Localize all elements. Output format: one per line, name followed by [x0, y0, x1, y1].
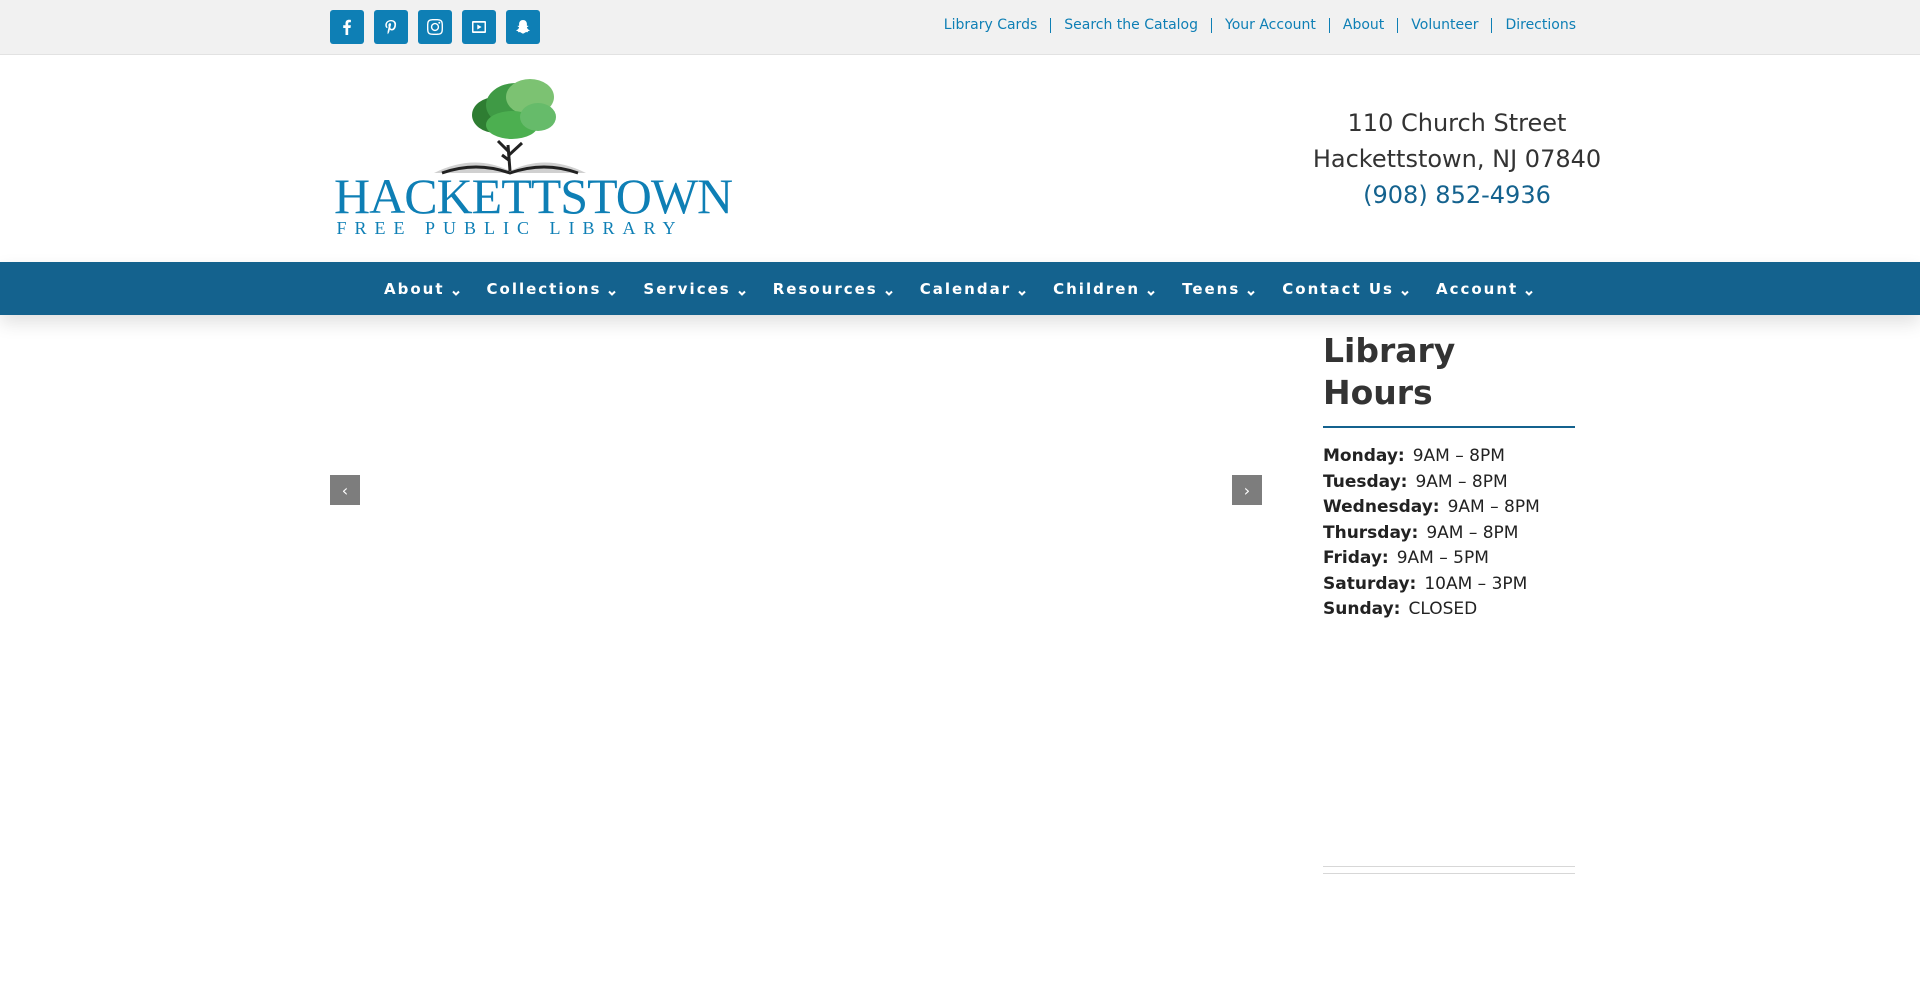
day-label: Sunday: [1323, 599, 1401, 619]
library-cards-link[interactable]: Library Cards [931, 18, 1050, 33]
search-catalog-link[interactable]: Search the Catalog [1050, 18, 1211, 33]
nav-label: Calendar [919, 279, 1012, 298]
social-links [330, 10, 540, 44]
slider-prev-button[interactable]: ‹ [330, 475, 360, 505]
top-bar: Library Cards Search the Catalog Your Ac… [0, 0, 1920, 55]
nav-label: About [384, 279, 445, 298]
chevron-down-icon [1524, 284, 1534, 296]
city-address: Hackettstown, NJ 07840 [1312, 145, 1602, 173]
nav-label: Resources [772, 279, 878, 298]
chevron-down-icon [1146, 284, 1156, 296]
facebook-icon[interactable] [330, 10, 364, 44]
time-value: 9AM – 8PM [1412, 446, 1505, 466]
nav-account[interactable]: Account [1436, 280, 1534, 298]
time-value: 10AM – 3PM [1424, 573, 1528, 594]
utility-links: Library Cards Search the Catalog Your Ac… [931, 18, 1576, 33]
hours-row-wednesday: Wednesday: 9AM – 8PM [1323, 495, 1575, 521]
day-label: Tuesday: [1323, 471, 1408, 492]
divider-line [1323, 873, 1575, 874]
day-label: Monday: [1323, 446, 1405, 466]
chevron-down-icon [737, 284, 747, 296]
hours-divider [1323, 426, 1575, 428]
main-navigation: About Collections Services Resources Cal… [0, 262, 1920, 315]
divider-line [1323, 866, 1575, 867]
nav-label: Teens [1182, 279, 1241, 298]
nav-resources[interactable]: Resources [773, 280, 894, 298]
nav-label: Collections [486, 279, 602, 298]
street-address: 110 Church Street [1347, 109, 1567, 137]
image-slider: ‹ › [330, 315, 1262, 665]
library-logo[interactable]: HACKETTSTOWN FREE PUBLIC LIBRARY [334, 75, 733, 238]
your-account-link[interactable]: Your Account [1211, 18, 1329, 33]
pinterest-icon[interactable] [374, 10, 408, 44]
phone-number[interactable]: (908) 852-4936 [1300, 177, 1614, 213]
time-value: CLOSED [1408, 599, 1478, 619]
hours-row-thursday: Thursday: 9AM – 8PM [1323, 521, 1575, 547]
nav-label: Account [1435, 279, 1519, 298]
nav-children[interactable]: Children [1053, 280, 1156, 298]
nav-collections[interactable]: Collections [487, 280, 618, 298]
hours-row-tuesday: Tuesday: 9AM – 8PM [1323, 470, 1575, 496]
nav-about[interactable]: About [384, 280, 461, 298]
hours-row-monday: Monday: 9AM – 8PM [1323, 444, 1575, 470]
logo-subtitle: FREE PUBLIC LIBRARY [336, 218, 684, 238]
time-value: 9AM – 8PM [1415, 471, 1508, 492]
directions-link[interactable]: Directions [1491, 18, 1576, 33]
chevron-down-icon [1400, 284, 1410, 296]
hours-row-sunday: Sunday: CLOSED [1323, 597, 1575, 623]
volunteer-link[interactable]: Volunteer [1397, 18, 1491, 33]
chevron-down-icon [1246, 284, 1256, 296]
nav-calendar[interactable]: Calendar [920, 280, 1027, 298]
chevron-down-icon [1017, 284, 1027, 296]
nav-contact-us[interactable]: Contact Us [1282, 280, 1410, 298]
tree-book-icon [434, 79, 586, 175]
hours-row-friday: Friday: 9AM – 5PM [1323, 546, 1575, 572]
site-header: HACKETTSTOWN FREE PUBLIC LIBRARY 110 Chu… [0, 55, 1920, 262]
chevron-down-icon [451, 284, 461, 296]
hours-row-saturday: Saturday: 10AM – 3PM [1323, 572, 1575, 598]
day-label: Thursday: [1323, 522, 1419, 543]
logo-title: HACKETTSTOWN [334, 168, 733, 224]
hours-list: Monday: 9AM – 8PM Tuesday: 9AM – 8PM Wedne… [1323, 444, 1575, 623]
nav-label: Contact Us [1282, 279, 1394, 298]
hours-title: Library Hours [1323, 331, 1456, 412]
slider-next-button[interactable]: › [1232, 475, 1262, 505]
time-value: 9AM – 5PM [1396, 548, 1489, 568]
day-label: Saturday: [1323, 573, 1417, 594]
sidebar-divider [1323, 866, 1575, 880]
youtube-icon[interactable] [462, 10, 496, 44]
time-value: 9AM – 8PM [1426, 522, 1519, 543]
time-value: 9AM – 8PM [1447, 497, 1540, 517]
about-link[interactable]: About [1328, 18, 1397, 33]
chevron-down-icon [884, 284, 894, 296]
nav-services[interactable]: Services [643, 280, 746, 298]
library-hours-widget: Library Hours Monday: 9AM – 8PM Tuesday: 9… [1323, 330, 1575, 623]
snapchat-icon[interactable] [506, 10, 540, 44]
nav-label: Services [643, 279, 731, 298]
contact-info: 110 Church Street Hackettstown, NJ 07840… [1300, 105, 1614, 213]
day-label: Wednesday: [1323, 497, 1440, 517]
instagram-icon[interactable] [418, 10, 452, 44]
nav-teens[interactable]: Teens [1182, 280, 1256, 298]
nav-label: Children [1053, 279, 1141, 298]
day-label: Friday: [1323, 548, 1389, 568]
chevron-down-icon [607, 284, 617, 296]
